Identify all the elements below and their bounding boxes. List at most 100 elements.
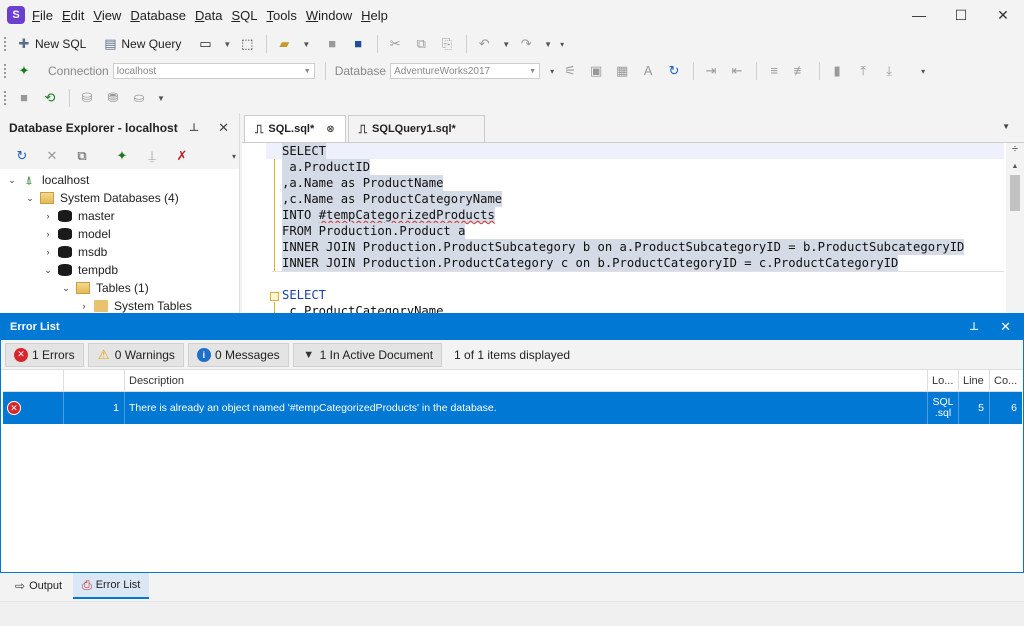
disconnect-button[interactable]: ✗: [168, 145, 196, 167]
undo-dropdown-icon[interactable]: ▼: [502, 40, 510, 49]
menu-database[interactable]: Database: [130, 8, 186, 23]
comment-button[interactable]: ≡: [762, 60, 786, 82]
copy-button[interactable]: ⧉: [409, 33, 433, 55]
redo-button[interactable]: ↷: [514, 33, 538, 55]
sql-editor[interactable]: SELECT a.ProductID ,a.Name as ProductNam…: [242, 143, 1024, 313]
code-line-blank[interactable]: [266, 271, 1004, 287]
close-window-button[interactable]: ✕: [982, 0, 1024, 30]
tree-node-server[interactable]: ⌄ ⍋ localhost: [0, 171, 239, 189]
history-button[interactable]: ⟲: [38, 87, 62, 109]
code-line[interactable]: INTO #tempCategorizedProducts: [266, 207, 1004, 223]
tab-output[interactable]: ⇨Output: [6, 573, 71, 599]
code-line[interactable]: SELECT: [266, 143, 1004, 159]
chevron-down-icon[interactable]: ⌄: [42, 265, 54, 276]
scrollbar-thumb[interactable]: [1010, 175, 1020, 211]
connect-button[interactable]: ✦: [12, 60, 36, 82]
code-area[interactable]: SELECT a.ProductID ,a.Name as ProductNam…: [266, 143, 1004, 313]
errors-filter-button[interactable]: ✕1 Errors: [5, 343, 84, 367]
tabs-dropdown-icon[interactable]: ▼: [1002, 122, 1010, 131]
error-squiggle[interactable]: #tempCategorizedProducts: [319, 208, 495, 222]
code-line[interactable]: SELECT: [266, 287, 1004, 303]
code-line[interactable]: FROM Production.Product a: [266, 223, 1004, 239]
redo-dropdown-icon[interactable]: ▼: [544, 40, 552, 49]
pin-icon[interactable]: ⊥: [969, 320, 979, 333]
stop-button[interactable]: ■: [12, 87, 36, 109]
chevron-right-icon[interactable]: ›: [78, 301, 90, 311]
code-line[interactable]: INNER JOIN Production.ProductCategory c …: [266, 255, 1004, 271]
prev-bookmark-button[interactable]: ⤒: [851, 60, 875, 82]
scroll-up-icon[interactable]: ▲: [1006, 159, 1024, 175]
menu-data[interactable]: Data: [195, 8, 222, 23]
messages-filter-button[interactable]: i0 Messages: [188, 343, 289, 367]
code-line[interactable]: ,a.Name as ProductName: [266, 175, 1004, 191]
tab-sqlquery1-sql[interactable]: ⎍ SQLQuery1.sql*: [348, 115, 485, 142]
transaction-dropdown-icon[interactable]: ▼: [157, 94, 165, 103]
column-header-column[interactable]: Co...: [990, 370, 1022, 391]
uncomment-button[interactable]: ≢: [788, 60, 812, 82]
database-dropdown-icon[interactable]: ▾: [550, 67, 554, 76]
toolbar-grip[interactable]: [4, 37, 6, 51]
tab-error-list[interactable]: ⎙Error List: [73, 573, 149, 599]
execute-plan-button[interactable]: ⚟: [558, 60, 582, 82]
menu-sql[interactable]: SQL: [231, 8, 257, 23]
toolbar-overflow-icon[interactable]: ▾: [560, 40, 564, 49]
active-document-filter-button[interactable]: ▼1 In Active Document: [293, 343, 442, 367]
toolbar-overflow-icon[interactable]: ▾: [921, 67, 925, 76]
menu-edit[interactable]: Edit: [62, 8, 84, 23]
next-bookmark-button[interactable]: ⤓: [877, 60, 901, 82]
chevron-down-icon[interactable]: ⌄: [6, 175, 18, 186]
chevron-right-icon[interactable]: ›: [42, 247, 54, 257]
column-header-icon[interactable]: [3, 370, 64, 391]
paste-button[interactable]: ⎘: [435, 33, 459, 55]
code-line[interactable]: ,c.Name as ProductCategoryName: [266, 191, 1004, 207]
explorer-refresh-button[interactable]: ↻: [8, 145, 36, 167]
profile-button[interactable]: ▣: [584, 60, 608, 82]
indent-button[interactable]: ⇥: [699, 60, 723, 82]
chevron-right-icon[interactable]: ›: [42, 211, 54, 221]
warnings-filter-button[interactable]: ⚠0 Warnings: [88, 343, 184, 367]
tree-node-db-msdb[interactable]: › msdb: [0, 243, 239, 261]
menu-tools[interactable]: Tools: [266, 8, 296, 23]
save-button[interactable]: ■: [320, 33, 344, 55]
code-line[interactable]: INNER JOIN Production.ProductSubcategory…: [266, 239, 1004, 255]
column-header-number[interactable]: [64, 370, 125, 391]
edit-connection-button[interactable]: ⍊: [138, 145, 166, 167]
tab-sql-sql[interactable]: ⎍ SQL.sql* ⊗: [244, 115, 346, 142]
tree-node-db-master[interactable]: › master: [0, 207, 239, 225]
open-folder-button[interactable]: ▰: [272, 33, 296, 55]
close-icon[interactable]: ✕: [218, 120, 229, 136]
close-icon[interactable]: ✕: [1000, 319, 1011, 335]
table-row[interactable]: ✕ 1 There is already an object named '#t…: [3, 392, 1022, 424]
pin-icon[interactable]: ⊥: [189, 121, 199, 134]
tree-node-tables[interactable]: ⌄ Tables (1): [0, 279, 239, 297]
save-all-button[interactable]: ■: [346, 33, 370, 55]
rollback-button[interactable]: ⛀: [127, 87, 151, 109]
split-editor-icon[interactable]: ÷: [1006, 143, 1024, 157]
transaction-button[interactable]: ⛁: [75, 87, 99, 109]
menu-file[interactable]: File: [32, 8, 53, 23]
refresh-button[interactable]: ↻: [662, 60, 686, 82]
commit-button[interactable]: ⛃: [101, 87, 125, 109]
database-select[interactable]: AdventureWorks2017▼: [390, 63, 540, 79]
new-connection-button[interactable]: ✦: [108, 145, 136, 167]
editor-vertical-scrollbar[interactable]: ÷ ▲: [1006, 143, 1024, 313]
query-builder-button[interactable]: ▦: [610, 60, 634, 82]
open-dropdown-icon[interactable]: ▼: [302, 40, 310, 49]
connection-select[interactable]: localhost▼: [113, 63, 315, 79]
new-document-button[interactable]: ▭: [193, 33, 217, 55]
new-document-dropdown-icon[interactable]: ▼: [223, 40, 231, 49]
tree-node-system-databases[interactable]: ⌄ System Databases (4): [0, 189, 239, 207]
open-button[interactable]: ⬚: [235, 33, 259, 55]
close-tab-icon[interactable]: ⊗: [326, 124, 334, 135]
toolbar-grip[interactable]: [4, 64, 6, 78]
new-sql-button[interactable]: ✚New SQL: [12, 33, 90, 55]
new-query-button[interactable]: ▤New Query: [98, 33, 185, 55]
column-header-description[interactable]: Description: [125, 370, 928, 391]
column-header-location[interactable]: Lo...: [928, 370, 959, 391]
toolbar-grip[interactable]: [4, 91, 6, 105]
explorer-filter-button[interactable]: ⧉: [68, 145, 96, 167]
code-line[interactable]: a.ProductID: [266, 159, 1004, 175]
tree-node-db-tempdb[interactable]: ⌄ tempdb: [0, 261, 239, 279]
chevron-right-icon[interactable]: ›: [42, 229, 54, 239]
explorer-delete-button[interactable]: ✕: [38, 145, 66, 167]
